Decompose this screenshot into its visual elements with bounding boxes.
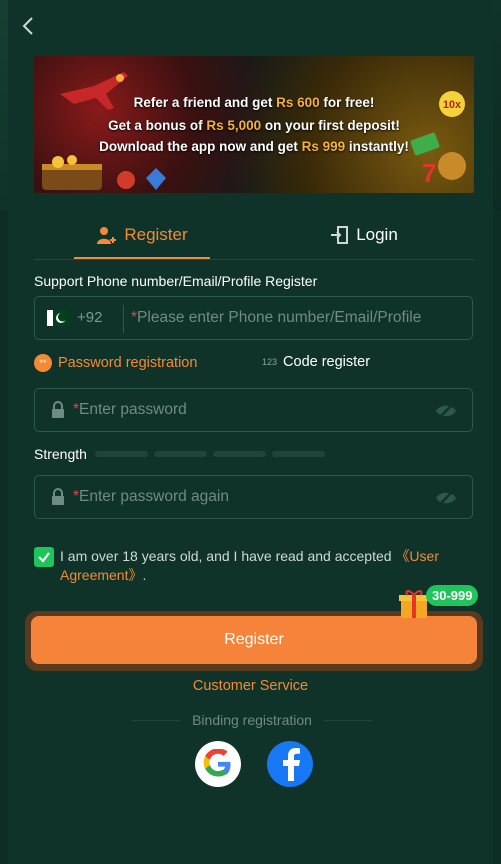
checkmark-icon [38, 552, 50, 563]
lock-icon [52, 488, 64, 505]
back-arrow-icon[interactable] [18, 14, 40, 38]
banner-line-2: Get a bonus of Rs 5,000 on your first de… [108, 118, 400, 133]
password-registration-label: Password registration [58, 355, 198, 371]
phone-divider [123, 305, 124, 333]
country-selector[interactable]: +92 [47, 309, 102, 326]
tab-register-label: Register [124, 225, 188, 244]
banner-line-3: Download the app now and get Rs 999 inst… [99, 139, 409, 154]
tab-register[interactable]: Register [74, 212, 210, 259]
strength-segment [94, 451, 148, 457]
eye-hidden-icon[interactable] [434, 489, 458, 507]
code-register-option[interactable]: 123 Code register [262, 354, 370, 370]
register-button-frame: Register [25, 611, 483, 671]
facebook-login-button[interactable] [267, 741, 313, 787]
tab-login-label: Login [356, 225, 398, 244]
auth-tabs: Register Login [34, 212, 474, 260]
strength-label: Strength [34, 446, 87, 462]
code-register-label: Code register [283, 354, 371, 370]
treasure-chest-icon [42, 155, 102, 190]
agreement: I am over 18 years old, and I have read … [34, 547, 464, 585]
promo-banner[interactable]: 10x 7 Refer a friend and get Rs 600 for … [34, 56, 474, 193]
password-registration-option[interactable]: ** Password registration [34, 354, 197, 372]
pakistan-flag-icon [47, 309, 69, 326]
strength-segment [153, 451, 207, 457]
google-login-button[interactable] [195, 741, 241, 787]
gems-icon [117, 168, 166, 190]
phone-label: Support Phone number/Email/Profile Regis… [34, 273, 318, 289]
phone-field[interactable]: +92 *Please enter Phone number/Email/Pro… [34, 296, 473, 340]
facebook-icon [283, 748, 300, 781]
login-door-icon [331, 226, 349, 244]
banner-line-1: Refer a friend and get Rs 600 for free! [133, 95, 375, 110]
agreement-checkbox[interactable] [34, 547, 54, 567]
lock-icon [52, 401, 64, 418]
phone-placeholder: *Please enter Phone number/Email/Profile [131, 309, 422, 326]
password-placeholder: *Enter password [73, 401, 187, 418]
binding-label: Binding registration [192, 712, 312, 728]
eye-hidden-icon[interactable] [434, 402, 458, 420]
gift-icon [399, 590, 429, 618]
user-add-icon [97, 227, 117, 244]
agreement-text: I am over 18 years old, and I have read … [60, 548, 439, 583]
customer-service-link[interactable]: Customer Service [0, 678, 501, 694]
svg-text:7: 7 [422, 158, 436, 188]
tab-login[interactable]: Login [324, 212, 404, 258]
password-field[interactable]: *Enter password [34, 388, 473, 432]
confirm-password-placeholder: *Enter password again [73, 488, 229, 505]
password-strength: Strength [34, 446, 325, 462]
binding-divider-right [323, 719, 373, 721]
binding-registration: Binding registration [132, 712, 373, 728]
strength-segment [212, 451, 266, 457]
google-icon [203, 749, 231, 777]
password-mode-icon: ** [34, 354, 52, 372]
plane-icon [60, 72, 128, 110]
strength-segment [271, 451, 325, 457]
confirm-password-field[interactable]: *Enter password again [34, 475, 473, 519]
binding-divider-left [132, 719, 181, 721]
code-mode-icon: 123 [262, 357, 278, 367]
country-code: +92 [77, 309, 103, 326]
register-button[interactable]: Register [31, 616, 477, 664]
promo-badge: 30-999 [426, 585, 479, 606]
